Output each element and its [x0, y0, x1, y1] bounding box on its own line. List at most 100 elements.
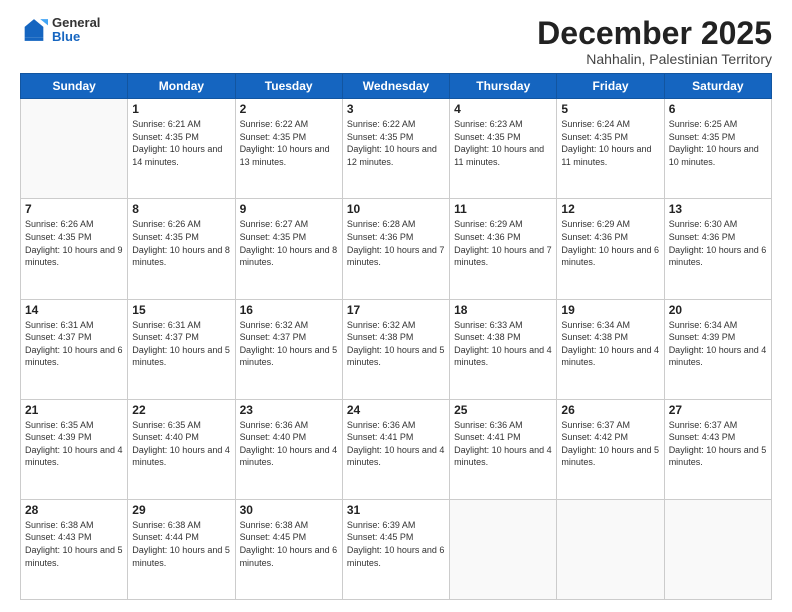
day-number: 6 — [669, 102, 767, 116]
cell-info: Sunrise: 6:21 AMSunset: 4:35 PMDaylight:… — [132, 119, 222, 167]
day-number: 27 — [669, 403, 767, 417]
cell-info: Sunrise: 6:24 AMSunset: 4:35 PMDaylight:… — [561, 119, 651, 167]
cell-info: Sunrise: 6:37 AMSunset: 4:42 PMDaylight:… — [561, 420, 659, 468]
day-number: 19 — [561, 303, 659, 317]
weekday-tuesday: Tuesday — [235, 74, 342, 99]
cell-info: Sunrise: 6:36 AMSunset: 4:41 PMDaylight:… — [454, 420, 552, 468]
cell-info: Sunrise: 6:34 AMSunset: 4:39 PMDaylight:… — [669, 320, 767, 368]
cell-info: Sunrise: 6:26 AMSunset: 4:35 PMDaylight:… — [132, 219, 230, 267]
cell-info: Sunrise: 6:38 AMSunset: 4:45 PMDaylight:… — [240, 520, 338, 568]
day-number: 7 — [25, 202, 123, 216]
cell-info: Sunrise: 6:38 AMSunset: 4:44 PMDaylight:… — [132, 520, 230, 568]
day-number: 8 — [132, 202, 230, 216]
calendar-cell: 28 Sunrise: 6:38 AMSunset: 4:43 PMDaylig… — [21, 499, 128, 599]
calendar-cell: 13 Sunrise: 6:30 AMSunset: 4:36 PMDaylig… — [664, 199, 771, 299]
cell-info: Sunrise: 6:36 AMSunset: 4:41 PMDaylight:… — [347, 420, 445, 468]
day-number: 10 — [347, 202, 445, 216]
cell-info: Sunrise: 6:26 AMSunset: 4:35 PMDaylight:… — [25, 219, 123, 267]
calendar-cell: 10 Sunrise: 6:28 AMSunset: 4:36 PMDaylig… — [342, 199, 449, 299]
calendar-cell: 1 Sunrise: 6:21 AMSunset: 4:35 PMDayligh… — [128, 99, 235, 199]
calendar-cell: 30 Sunrise: 6:38 AMSunset: 4:45 PMDaylig… — [235, 499, 342, 599]
weekday-wednesday: Wednesday — [342, 74, 449, 99]
cell-info: Sunrise: 6:34 AMSunset: 4:38 PMDaylight:… — [561, 320, 659, 368]
cell-info: Sunrise: 6:36 AMSunset: 4:40 PMDaylight:… — [240, 420, 338, 468]
weekday-friday: Friday — [557, 74, 664, 99]
calendar-cell: 23 Sunrise: 6:36 AMSunset: 4:40 PMDaylig… — [235, 399, 342, 499]
week-row-3: 14 Sunrise: 6:31 AMSunset: 4:37 PMDaylig… — [21, 299, 772, 399]
day-number: 17 — [347, 303, 445, 317]
calendar-cell: 11 Sunrise: 6:29 AMSunset: 4:36 PMDaylig… — [450, 199, 557, 299]
day-number: 29 — [132, 503, 230, 517]
cell-info: Sunrise: 6:35 AMSunset: 4:40 PMDaylight:… — [132, 420, 230, 468]
calendar-cell: 5 Sunrise: 6:24 AMSunset: 4:35 PMDayligh… — [557, 99, 664, 199]
calendar-cell: 14 Sunrise: 6:31 AMSunset: 4:37 PMDaylig… — [21, 299, 128, 399]
cell-info: Sunrise: 6:35 AMSunset: 4:39 PMDaylight:… — [25, 420, 123, 468]
logo: General Blue — [20, 16, 100, 45]
calendar-cell — [664, 499, 771, 599]
cell-info: Sunrise: 6:33 AMSunset: 4:38 PMDaylight:… — [454, 320, 552, 368]
cell-info: Sunrise: 6:31 AMSunset: 4:37 PMDaylight:… — [25, 320, 123, 368]
cell-info: Sunrise: 6:32 AMSunset: 4:38 PMDaylight:… — [347, 320, 445, 368]
cell-info: Sunrise: 6:23 AMSunset: 4:35 PMDaylight:… — [454, 119, 544, 167]
calendar-cell: 26 Sunrise: 6:37 AMSunset: 4:42 PMDaylig… — [557, 399, 664, 499]
week-row-2: 7 Sunrise: 6:26 AMSunset: 4:35 PMDayligh… — [21, 199, 772, 299]
day-number: 11 — [454, 202, 552, 216]
cell-info: Sunrise: 6:30 AMSunset: 4:36 PMDaylight:… — [669, 219, 767, 267]
day-number: 22 — [132, 403, 230, 417]
calendar-cell — [21, 99, 128, 199]
day-number: 23 — [240, 403, 338, 417]
logo-icon — [20, 16, 48, 44]
cell-info: Sunrise: 6:27 AMSunset: 4:35 PMDaylight:… — [240, 219, 338, 267]
calendar-cell: 17 Sunrise: 6:32 AMSunset: 4:38 PMDaylig… — [342, 299, 449, 399]
calendar-cell: 29 Sunrise: 6:38 AMSunset: 4:44 PMDaylig… — [128, 499, 235, 599]
logo-blue: Blue — [52, 30, 100, 44]
calendar-cell: 2 Sunrise: 6:22 AMSunset: 4:35 PMDayligh… — [235, 99, 342, 199]
calendar-cell: 20 Sunrise: 6:34 AMSunset: 4:39 PMDaylig… — [664, 299, 771, 399]
week-row-1: 1 Sunrise: 6:21 AMSunset: 4:35 PMDayligh… — [21, 99, 772, 199]
cell-info: Sunrise: 6:29 AMSunset: 4:36 PMDaylight:… — [454, 219, 552, 267]
cell-info: Sunrise: 6:29 AMSunset: 4:36 PMDaylight:… — [561, 219, 659, 267]
day-number: 12 — [561, 202, 659, 216]
day-number: 4 — [454, 102, 552, 116]
calendar-cell: 12 Sunrise: 6:29 AMSunset: 4:36 PMDaylig… — [557, 199, 664, 299]
day-number: 14 — [25, 303, 123, 317]
day-number: 5 — [561, 102, 659, 116]
calendar-cell: 15 Sunrise: 6:31 AMSunset: 4:37 PMDaylig… — [128, 299, 235, 399]
calendar-cell: 16 Sunrise: 6:32 AMSunset: 4:37 PMDaylig… — [235, 299, 342, 399]
calendar-cell: 24 Sunrise: 6:36 AMSunset: 4:41 PMDaylig… — [342, 399, 449, 499]
page: General Blue December 2025 Nahhalin, Pal… — [0, 0, 792, 612]
day-number: 25 — [454, 403, 552, 417]
day-number: 18 — [454, 303, 552, 317]
calendar-cell: 7 Sunrise: 6:26 AMSunset: 4:35 PMDayligh… — [21, 199, 128, 299]
week-row-4: 21 Sunrise: 6:35 AMSunset: 4:39 PMDaylig… — [21, 399, 772, 499]
title-block: December 2025 Nahhalin, Palestinian Terr… — [537, 16, 772, 67]
cell-info: Sunrise: 6:37 AMSunset: 4:43 PMDaylight:… — [669, 420, 767, 468]
calendar-cell: 3 Sunrise: 6:22 AMSunset: 4:35 PMDayligh… — [342, 99, 449, 199]
day-number: 9 — [240, 202, 338, 216]
calendar-cell: 27 Sunrise: 6:37 AMSunset: 4:43 PMDaylig… — [664, 399, 771, 499]
cell-info: Sunrise: 6:38 AMSunset: 4:43 PMDaylight:… — [25, 520, 123, 568]
weekday-sunday: Sunday — [21, 74, 128, 99]
cell-info: Sunrise: 6:22 AMSunset: 4:35 PMDaylight:… — [347, 119, 437, 167]
day-number: 24 — [347, 403, 445, 417]
day-number: 15 — [132, 303, 230, 317]
calendar-cell — [557, 499, 664, 599]
day-number: 2 — [240, 102, 338, 116]
weekday-header-row: SundayMondayTuesdayWednesdayThursdayFrid… — [21, 74, 772, 99]
calendar-table: SundayMondayTuesdayWednesdayThursdayFrid… — [20, 73, 772, 600]
cell-info: Sunrise: 6:22 AMSunset: 4:35 PMDaylight:… — [240, 119, 330, 167]
calendar-cell: 4 Sunrise: 6:23 AMSunset: 4:35 PMDayligh… — [450, 99, 557, 199]
day-number: 13 — [669, 202, 767, 216]
calendar-cell: 8 Sunrise: 6:26 AMSunset: 4:35 PMDayligh… — [128, 199, 235, 299]
day-number: 3 — [347, 102, 445, 116]
cell-info: Sunrise: 6:25 AMSunset: 4:35 PMDaylight:… — [669, 119, 759, 167]
calendar-cell: 31 Sunrise: 6:39 AMSunset: 4:45 PMDaylig… — [342, 499, 449, 599]
cell-info: Sunrise: 6:32 AMSunset: 4:37 PMDaylight:… — [240, 320, 338, 368]
header: General Blue December 2025 Nahhalin, Pal… — [20, 16, 772, 67]
calendar-cell: 22 Sunrise: 6:35 AMSunset: 4:40 PMDaylig… — [128, 399, 235, 499]
day-number: 21 — [25, 403, 123, 417]
logo-general: General — [52, 16, 100, 30]
calendar-cell: 6 Sunrise: 6:25 AMSunset: 4:35 PMDayligh… — [664, 99, 771, 199]
day-number: 1 — [132, 102, 230, 116]
day-number: 26 — [561, 403, 659, 417]
